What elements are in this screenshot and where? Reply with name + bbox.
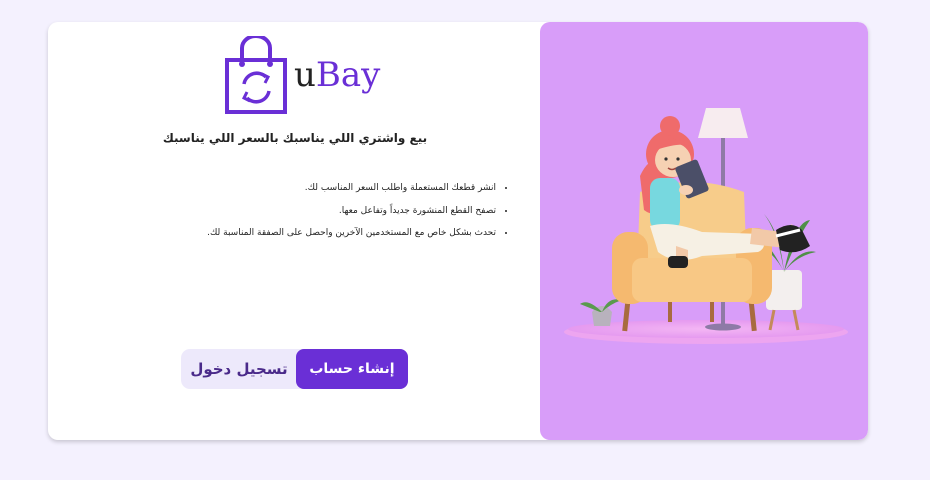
brand-name: uBay (294, 54, 380, 96)
shopping-bag-recycle-icon (225, 36, 287, 114)
feature-item: تصفح القطع المنشورة جديداً وتفاعل معها. (96, 205, 496, 217)
girl-on-armchair-with-tablet-illustration (564, 108, 848, 344)
auth-buttons: تسجيل دخول إنشاء حساب (181, 349, 408, 389)
feature-item: تحدث بشكل خاص مع المستخدمين الآخرين واحص… (96, 227, 496, 239)
tagline: بيع واشتري اللي يناسبك بالسعر اللي يناسب… (162, 131, 428, 145)
login-button[interactable]: تسجيل دخول (181, 349, 297, 389)
intro-panel: uBay بيع واشتري اللي يناسبك بالسعر اللي … (48, 22, 540, 440)
illustration-panel (540, 22, 868, 440)
brand-logo: uBay (220, 34, 380, 116)
signup-button[interactable]: إنشاء حساب (296, 349, 408, 389)
brand-name-prefix: u (294, 55, 316, 95)
feature-list: انشر قطعك المستعملة واطلب السعر المناسب … (96, 182, 512, 250)
feature-item: انشر قطعك المستعملة واطلب السعر المناسب … (96, 182, 496, 194)
brand-name-suffix: Bay (315, 55, 381, 95)
welcome-card: uBay بيع واشتري اللي يناسبك بالسعر اللي … (48, 22, 868, 440)
